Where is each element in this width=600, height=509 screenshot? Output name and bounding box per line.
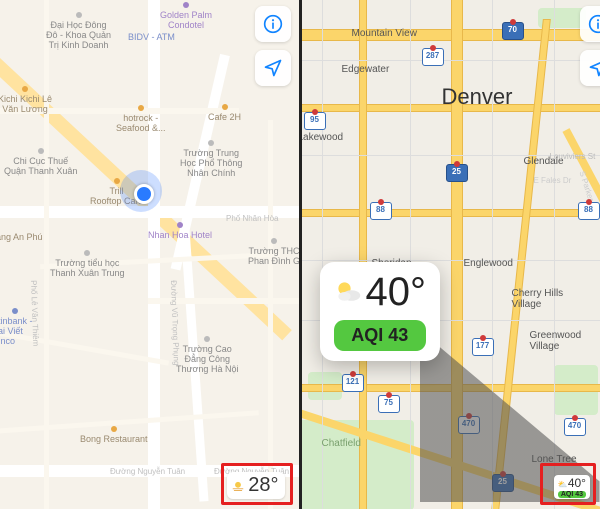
weather-popup[interactable]: 40° AQI 43	[320, 262, 441, 361]
locate-button[interactable]	[255, 50, 291, 86]
street-duongvu: Đường Vũ Trọng Phụng	[169, 280, 181, 366]
partly-cloudy-icon	[334, 278, 362, 306]
popup-aqi: AQI 43	[334, 320, 427, 351]
shield-177: 177	[472, 338, 494, 356]
shield-75: 75	[378, 395, 400, 413]
city-chatfield[interactable]: Chatfield	[322, 438, 361, 449]
info-icon	[263, 14, 283, 34]
city-denver[interactable]: Denver	[442, 84, 513, 110]
poi-thpt[interactable]: Trường Trung Học Phổ Thông Nhân Chính	[180, 140, 242, 178]
poi-angphu[interactable]: àng An Phú	[0, 232, 43, 242]
shield-121: 121	[342, 374, 364, 392]
weather-temp-right: 40°	[568, 476, 586, 490]
weather-temp-left: 28°	[248, 474, 278, 497]
map-pane-left[interactable]: Đại Học Đông Đô - Khoa Quản Trị Kinh Doa…	[0, 0, 299, 509]
shield-i70: 70	[502, 22, 524, 40]
shield-88a: 88	[370, 202, 392, 220]
user-location-indicator	[120, 170, 162, 212]
weather-aqi-right: AQI 43	[558, 491, 586, 498]
city-edgewater[interactable]: Edgewater	[342, 64, 390, 75]
poi-thue[interactable]: Chi Cục Thuế Quận Thanh Xuân	[4, 148, 77, 176]
shield-287: 287	[422, 48, 444, 66]
street-pholevan: Phố Lê Văn Thiêm	[29, 280, 40, 346]
street-nguyen1: Đường Nguyễn Tuân	[110, 467, 185, 476]
city-cherry[interactable]: Cherry Hills Village	[512, 288, 564, 310]
city-englewood[interactable]: Englewood	[464, 258, 513, 269]
poi-bong[interactable]: Bong Restaurant	[80, 426, 148, 444]
popup-temp: 40°	[366, 272, 427, 312]
poi-dong-do[interactable]: Đại Học Đông Đô - Khoa Quản Trị Kinh Doa…	[46, 12, 111, 50]
location-arrow-icon	[263, 58, 283, 78]
locate-button-right[interactable]	[580, 50, 600, 86]
info-icon	[588, 14, 600, 34]
city-mtview[interactable]: Mountain View	[352, 28, 417, 39]
location-arrow-icon	[588, 58, 600, 78]
info-button-right[interactable]	[580, 6, 600, 42]
haze-sun-icon	[231, 479, 245, 493]
street-efales: E Fales Dr	[534, 176, 572, 185]
shield-88b: 88	[578, 202, 600, 220]
street-phonhanhoa: Phố Nhân Hòa	[226, 214, 278, 223]
city-lakewood[interactable]: Lakewood	[299, 132, 344, 143]
weather-widget-right[interactable]: ⛅40° AQI 43	[554, 475, 590, 499]
shield-95: 95	[304, 112, 326, 130]
map-pane-right[interactable]: Mountain View Edgewater Denver Lakewood …	[299, 0, 600, 509]
shield-470b: 470	[564, 418, 586, 436]
info-button[interactable]	[255, 6, 291, 42]
shield-i25a: 25	[446, 164, 468, 182]
street-louviviers: Louviviers St	[550, 152, 596, 161]
city-greenwood[interactable]: Greenwood Village	[530, 330, 582, 352]
poi-golden-palm[interactable]: Golden Palm Condotel	[160, 2, 212, 30]
weather-widget-left[interactable]: 28°	[227, 472, 284, 499]
poi-caodang[interactable]: Trường Cao Đẳng Công Thương Hà Nội	[176, 336, 238, 374]
